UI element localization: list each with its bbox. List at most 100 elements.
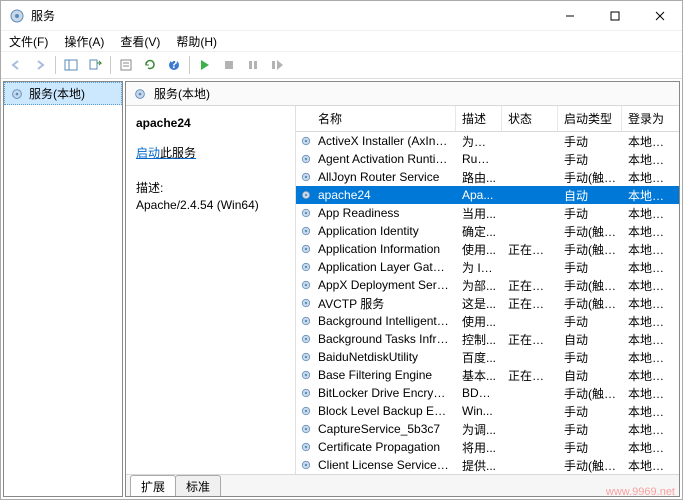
service-row[interactable]: Agent Activation Runtime...Runt...手动本地系统 — [296, 150, 679, 168]
cell-desc: 使用... — [456, 241, 502, 258]
service-icon — [296, 260, 312, 274]
cell-logon: 本地服务 — [622, 259, 679, 276]
cell-startup: 手动(触发... — [558, 457, 622, 474]
main-pane-header: 服务(本地) — [126, 82, 679, 106]
cell-desc: 基本... — [456, 367, 502, 384]
restart-service-button[interactable] — [266, 54, 288, 76]
service-icon — [296, 152, 312, 166]
tree-item-services-local[interactable]: 服务(本地) — [4, 82, 122, 105]
cell-name: Application Layer Gatewa... — [312, 260, 456, 274]
cell-logon: 本地系统 — [622, 277, 679, 294]
service-row[interactable]: Base Filtering Engine基本...正在运行自动本地服务 — [296, 366, 679, 384]
detail-pane: apache24 启动此服务 描述: Apache/2.4.54 (Win64) — [126, 106, 296, 474]
maximize-button[interactable] — [592, 1, 637, 31]
menu-view[interactable]: 查看(V) — [116, 32, 164, 51]
cell-name: ActiveX Installer (AxInstSV) — [312, 134, 456, 148]
cell-name: Client License Service (Cli... — [312, 458, 456, 472]
pause-service-button[interactable] — [242, 54, 264, 76]
service-icon — [296, 386, 312, 400]
service-row[interactable]: Block Level Backup Engi...Win...手动本地系统 — [296, 402, 679, 420]
cell-startup: 手动 — [558, 349, 622, 366]
gear-icon — [132, 86, 148, 102]
start-service-button[interactable] — [194, 54, 216, 76]
cell-desc: 为部... — [456, 277, 502, 294]
service-icon — [296, 458, 312, 472]
service-row[interactable]: BitLocker Drive Encryptio...BDE...手动(触发.… — [296, 384, 679, 402]
service-row[interactable]: Application Layer Gatewa...为 In...手动本地服务 — [296, 258, 679, 276]
export-list-button[interactable] — [84, 54, 106, 76]
back-button[interactable] — [5, 54, 27, 76]
tab-extended[interactable]: 扩展 — [130, 475, 176, 496]
menu-help[interactable]: 帮助(H) — [172, 32, 221, 51]
toolbar-separator — [55, 56, 56, 74]
cell-desc: Apa... — [456, 188, 502, 202]
col-header-logon[interactable]: 登录为 — [622, 106, 679, 131]
service-icon — [296, 404, 312, 418]
cell-logon: 本地系统 — [622, 421, 679, 438]
cell-desc: 为从 ... — [456, 133, 502, 150]
cell-logon: 本地服务 — [622, 169, 679, 186]
gear-icon — [9, 86, 25, 102]
description-value: Apache/2.4.54 (Win64) — [136, 198, 287, 212]
cell-name: apache24 — [312, 188, 456, 202]
toolbar: ? — [1, 51, 682, 79]
service-row[interactable]: Background Intelligent T...使用...手动本地系统 — [296, 312, 679, 330]
refresh-button[interactable] — [139, 54, 161, 76]
service-row[interactable]: AVCTP 服务这是...正在运行手动(触发...本地服务 — [296, 294, 679, 312]
service-icon — [296, 134, 312, 148]
service-row[interactable]: Certificate Propagation将用...手动本地系统 — [296, 438, 679, 456]
cell-name: Application Identity — [312, 224, 456, 238]
col-header-status[interactable]: 状态 — [502, 106, 558, 131]
col-header-startup[interactable]: 启动类型 — [558, 106, 622, 131]
cell-desc: 路由... — [456, 169, 502, 186]
cell-logon: 本地服务 — [622, 295, 679, 312]
col-header-description[interactable]: 描述 — [456, 106, 502, 131]
service-row[interactable]: BaiduNetdiskUtility百度...手动本地系统 — [296, 348, 679, 366]
properties-button[interactable] — [115, 54, 137, 76]
service-row[interactable]: Client License Service (Cli...提供...手动(触发… — [296, 456, 679, 474]
service-row[interactable]: AppX Deployment Servic...为部...正在运行手动(触发.… — [296, 276, 679, 294]
start-service-link[interactable]: 启动此服务 — [136, 144, 287, 161]
cell-name: BitLocker Drive Encryptio... — [312, 386, 456, 400]
cell-desc: 这是... — [456, 295, 502, 312]
minimize-button[interactable] — [547, 1, 592, 31]
service-row[interactable]: ActiveX Installer (AxInstSV)为从 ...手动本地系统 — [296, 132, 679, 150]
help-button[interactable]: ? — [163, 54, 185, 76]
col-header-name[interactable]: 名称 — [296, 106, 456, 131]
menu-action[interactable]: 操作(A) — [60, 32, 108, 51]
service-row[interactable]: CaptureService_5b3c7为调...手动本地系统 — [296, 420, 679, 438]
service-row[interactable]: Application Information使用...正在运行手动(触发...… — [296, 240, 679, 258]
cell-desc: 当用... — [456, 205, 502, 222]
cell-startup: 手动 — [558, 403, 622, 420]
cell-logon: 本地系统 — [622, 349, 679, 366]
cell-desc: 为 In... — [456, 259, 502, 276]
service-icon — [296, 206, 312, 220]
cell-startup: 手动(触发... — [558, 169, 622, 186]
service-icon — [296, 170, 312, 184]
window-title: 服务 — [31, 7, 547, 24]
tab-standard[interactable]: 标准 — [175, 475, 221, 496]
service-icon — [296, 224, 312, 238]
service-icon — [296, 368, 312, 382]
service-row[interactable]: App Readiness当用...手动本地系统 — [296, 204, 679, 222]
service-row[interactable]: Application Identity确定...手动(触发...本地服务 — [296, 222, 679, 240]
service-row[interactable]: apache24Apa...自动本地系统 — [296, 186, 679, 204]
cell-desc: 百度... — [456, 349, 502, 366]
cell-name: Certificate Propagation — [312, 440, 456, 454]
show-hide-tree-button[interactable] — [60, 54, 82, 76]
cell-logon: 本地服务 — [622, 367, 679, 384]
stop-service-button[interactable] — [218, 54, 240, 76]
service-row[interactable]: Background Tasks Infras...控制...正在运行自动本地系… — [296, 330, 679, 348]
cell-name: App Readiness — [312, 206, 456, 220]
cell-status: 正在运行 — [502, 295, 558, 312]
cell-name: Agent Activation Runtime... — [312, 152, 456, 166]
menu-file[interactable]: 文件(F) — [5, 32, 52, 51]
cell-desc: 使用... — [456, 313, 502, 330]
cell-logon: 本地服务 — [622, 223, 679, 240]
service-row[interactable]: AllJoyn Router Service路由...手动(触发...本地服务 — [296, 168, 679, 186]
service-icon — [296, 188, 312, 202]
close-button[interactable] — [637, 1, 682, 31]
cell-startup: 手动(触发... — [558, 295, 622, 312]
cell-desc: Runt... — [456, 152, 502, 166]
forward-button[interactable] — [29, 54, 51, 76]
